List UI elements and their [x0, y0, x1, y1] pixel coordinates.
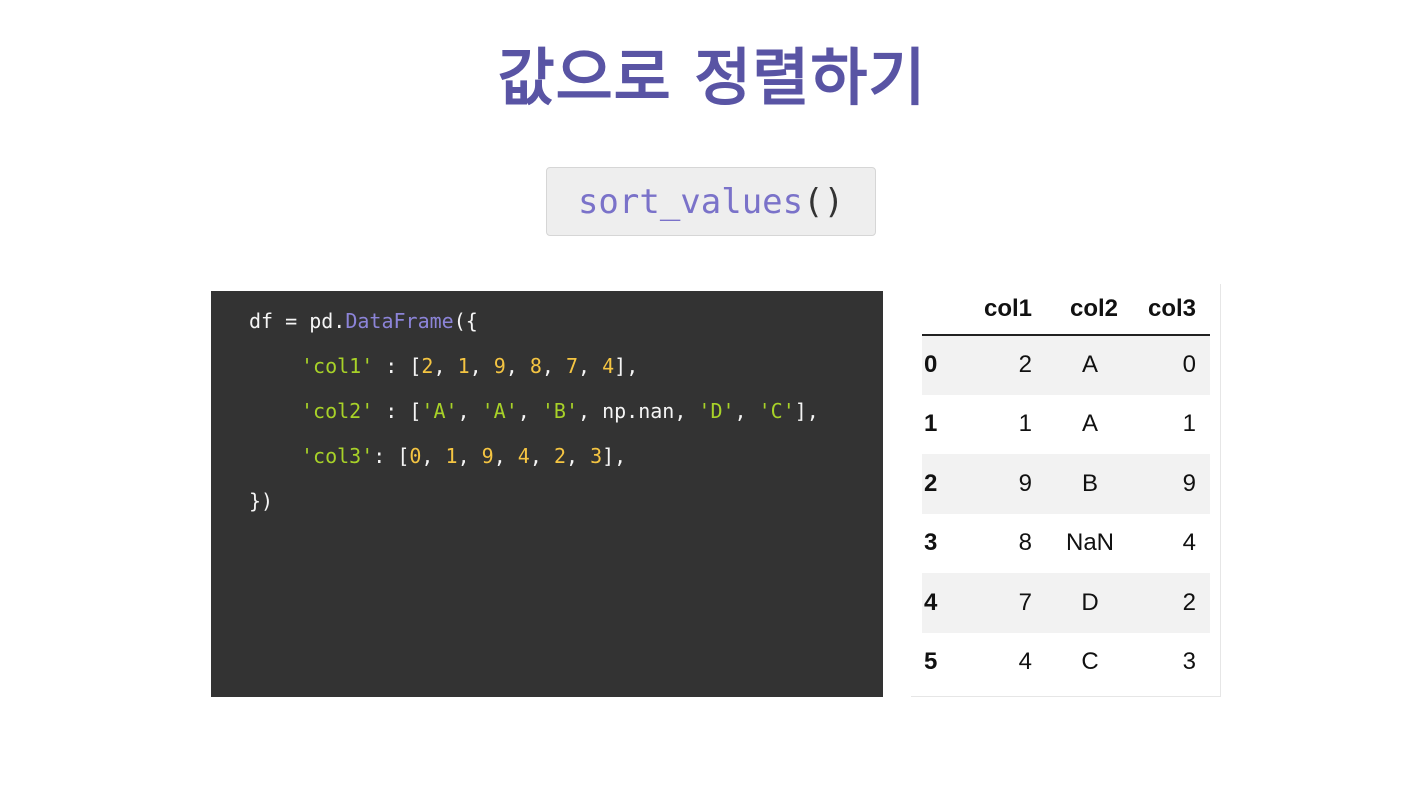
table-row: 4 7 D 2: [922, 573, 1210, 633]
table-cell: 9: [1182, 469, 1196, 497]
method-parens: (): [803, 181, 845, 222]
table-cell: 9: [1018, 469, 1032, 497]
table-row: 0 2 A 0: [922, 335, 1210, 395]
table-cell: NaN: [1065, 529, 1114, 557]
code-token-value: 8: [529, 354, 542, 378]
code-token-value: 'C': [758, 399, 795, 423]
code-token: ({: [453, 309, 478, 333]
code-token-value: 2: [421, 354, 434, 378]
code-line-1: df = pd.DataFrame({: [249, 305, 883, 350]
code-token-value: 'B': [541, 399, 578, 423]
code-token-key: 'col2': [301, 399, 374, 423]
table-cell: 2: [1018, 351, 1032, 379]
method-code-box: sort_values(): [546, 167, 876, 236]
code-token: df = pd.: [249, 309, 346, 333]
code-token-value: 0: [409, 444, 422, 468]
table-row: 3 8 NaN 4: [922, 514, 1210, 574]
table-cell: 8: [1018, 529, 1032, 557]
column-header: col2: [1040, 284, 1126, 336]
code-token-comma: ,: [421, 444, 446, 468]
dataframe-table: col1 col2 col3 0 2 A 0 1 1 A 1 2 9 B 9 3…: [922, 284, 1210, 692]
code-token-value: 3: [590, 444, 603, 468]
code-token-comma: ,: [469, 354, 494, 378]
code-line-3: 'col2' : ['A', 'A', 'B', np.nan, 'D', 'C…: [249, 395, 883, 440]
code-token-comma: ,: [457, 399, 482, 423]
table-cell: 3: [1182, 648, 1196, 676]
code-token-comma: ,: [457, 444, 482, 468]
page-title: 값으로 정렬하기: [497, 41, 927, 114]
table-cell: B: [1081, 469, 1098, 497]
code-token-comma: ,: [565, 444, 591, 468]
code-token-value: 'D': [698, 399, 735, 423]
table-cell: D: [1081, 588, 1099, 616]
row-index: 2: [924, 469, 938, 497]
code-token: ],: [794, 399, 819, 423]
code-token-comma: ,: [734, 399, 759, 423]
table-cell: 4: [1182, 529, 1196, 557]
code-token-value: 9: [481, 444, 494, 468]
table-row: 5 4 C 3: [922, 633, 1210, 693]
code-line-2: 'col1' : [2, 1, 9, 8, 7, 4],: [249, 350, 883, 395]
dataframe-output: col1 col2 col3 0 2 A 0 1 1 A 1 2 9 B 9 3…: [911, 284, 1221, 697]
table-cell: 4: [1018, 648, 1032, 676]
column-header: col1: [968, 284, 1040, 336]
code-token: : [: [373, 354, 422, 378]
table-cell: C: [1081, 648, 1099, 676]
method-name: sort_values: [577, 181, 804, 222]
table-cell: 0: [1182, 351, 1196, 379]
code-token-comma: ,: [505, 354, 530, 378]
code-token-comma: ,: [674, 399, 699, 423]
code-token-comma: ,: [493, 444, 518, 468]
row-index: 3: [924, 529, 938, 557]
code-token-comma: ,: [541, 354, 566, 378]
code-token-value: 1: [457, 354, 470, 378]
row-index: 5: [924, 648, 938, 676]
code-line-4: 'col3': [0, 1, 9, 4, 2, 3],: [249, 440, 883, 485]
code-token-key: 'col1': [301, 354, 374, 378]
code-token: }): [249, 489, 274, 513]
code-token: : [: [373, 399, 422, 423]
row-index: 1: [924, 410, 938, 438]
code-token: ],: [602, 444, 627, 468]
code-token-value: 1: [445, 444, 458, 468]
code-token: ],: [614, 354, 639, 378]
code-token-value: np.nan: [602, 399, 675, 423]
row-index: 4: [924, 588, 938, 616]
code-token-comma: ,: [517, 399, 542, 423]
table-header-row: col1 col2 col3: [922, 284, 1210, 336]
column-header: col3: [1126, 284, 1210, 336]
code-token-comma: ,: [578, 354, 603, 378]
table-cell: 2: [1182, 588, 1196, 616]
table-cell: 1: [1182, 410, 1196, 438]
code-line-5: }): [249, 485, 883, 530]
code-token: : [: [373, 444, 410, 468]
table-cell: A: [1081, 410, 1098, 438]
code-token-value: 2: [553, 444, 566, 468]
table-row: 1 1 A 1: [922, 395, 1210, 455]
code-token-value: 4: [517, 444, 530, 468]
index-header: [922, 284, 968, 336]
code-token-value: 'A': [481, 399, 518, 423]
code-token-key: 'col3': [301, 444, 374, 468]
code-token-comma: ,: [577, 399, 603, 423]
row-index: 0: [924, 351, 938, 379]
code-block: df = pd.DataFrame({ 'col1' : [2, 1, 9, 8…: [211, 291, 883, 697]
code-token-value: 9: [493, 354, 506, 378]
code-token-comma: ,: [433, 354, 458, 378]
table-row: 2 9 B 9: [922, 454, 1210, 514]
table-cell: 1: [1018, 410, 1032, 438]
table-cell: 7: [1018, 588, 1032, 616]
table-cell: A: [1081, 351, 1098, 379]
code-token-comma: ,: [529, 444, 554, 468]
code-token-value: 7: [565, 354, 579, 378]
code-token-value: 4: [602, 354, 615, 378]
code-token-value: 'A': [421, 399, 458, 423]
code-token-function: DataFrame: [345, 309, 454, 333]
